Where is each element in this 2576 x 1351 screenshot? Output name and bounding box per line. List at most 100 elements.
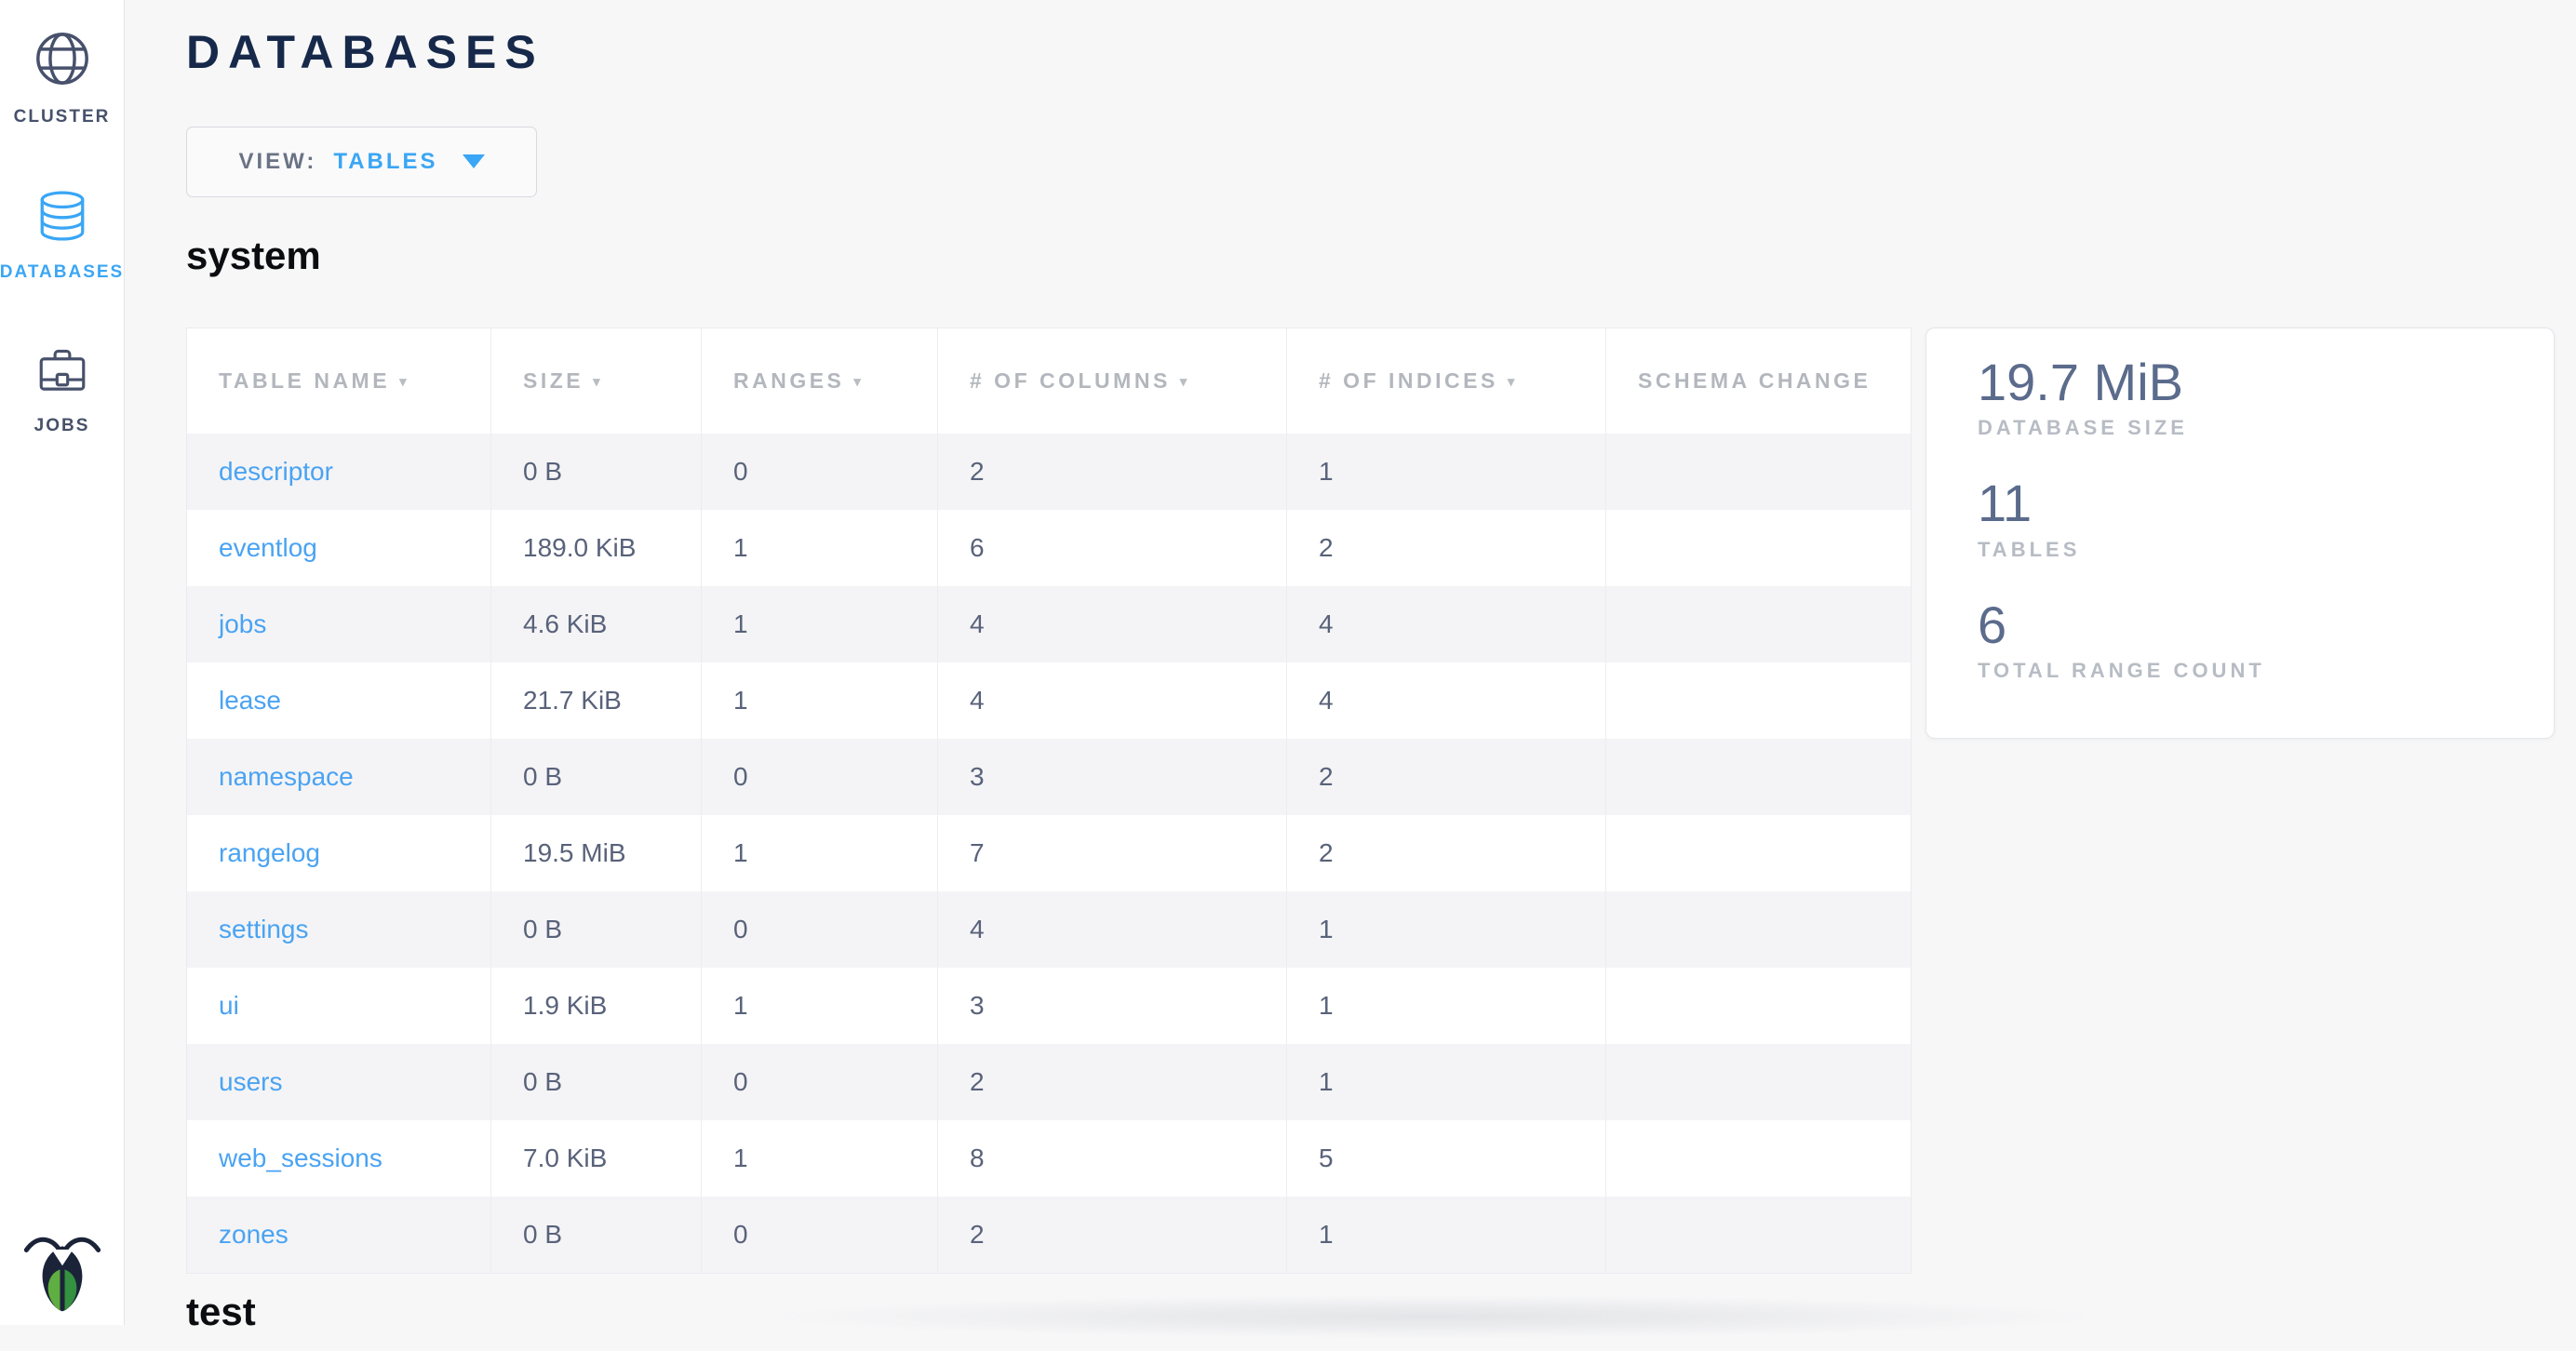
cell-schema-change [1606, 1197, 1912, 1273]
cell-ranges: 0 [702, 891, 938, 968]
cell-table-name: namespace [187, 739, 491, 815]
cell-columns: 3 [938, 968, 1287, 1044]
cockroach-bug-logo[interactable] [23, 1231, 101, 1318]
cell-size: 0 B [491, 891, 702, 968]
cell-size: 0 B [491, 434, 702, 510]
cell-ranges: 1 [702, 968, 938, 1044]
sort-caret-icon: ▾ [593, 374, 603, 390]
cell-ranges: 0 [702, 739, 938, 815]
stat-database-size: 19.7 MiB DATABASE SIZE [1978, 353, 2535, 440]
system-tables-grid: TABLE NAME▾SIZE▾RANGES▾# OF COLUMNS▾# OF… [186, 328, 1912, 1274]
column-header-label: # OF COLUMNS [970, 368, 1171, 393]
cell-indices: 4 [1287, 662, 1606, 739]
cell-table-name: users [187, 1044, 491, 1120]
cell-indices: 1 [1287, 434, 1606, 510]
cell-indices: 2 [1287, 815, 1606, 891]
cell-table-name: jobs [187, 586, 491, 662]
cell-table-name: lease [187, 662, 491, 739]
cell-indices: 2 [1287, 510, 1606, 586]
table-name-link[interactable]: namespace [219, 762, 354, 791]
globe-icon [34, 30, 91, 92]
cell-columns: 6 [938, 510, 1287, 586]
table-row-users: users0 B021 [187, 1044, 1912, 1120]
cell-size: 189.0 KiB [491, 510, 702, 586]
cell-indices: 5 [1287, 1120, 1606, 1197]
sidebar-item-jobs[interactable]: JOBS [0, 344, 124, 436]
table-header: TABLE NAME▾SIZE▾RANGES▾# OF COLUMNS▾# OF… [187, 328, 1912, 434]
view-selector-dropdown[interactable]: VIEW: TABLES [186, 127, 537, 197]
cell-ranges: 1 [702, 1120, 938, 1197]
cell-columns: 4 [938, 662, 1287, 739]
sidebar-item-label: CLUSTER [14, 107, 111, 127]
table-body: descriptor0 B021eventlog189.0 KiB162jobs… [187, 434, 1912, 1273]
cell-table-name: settings [187, 891, 491, 968]
column-header-of-indices[interactable]: # OF INDICES▾ [1287, 328, 1606, 434]
database-icon [35, 189, 89, 247]
cell-table-name: web_sessions [187, 1120, 491, 1197]
cell-size: 0 B [491, 1197, 702, 1273]
table-name-link[interactable]: jobs [219, 609, 266, 638]
cell-size: 19.5 MiB [491, 815, 702, 891]
table-name-link[interactable]: settings [219, 915, 309, 943]
table-name-link[interactable]: lease [219, 686, 281, 715]
cell-schema-change [1606, 815, 1912, 891]
table-name-link[interactable]: descriptor [219, 457, 333, 486]
column-header-size[interactable]: SIZE ▾ [491, 328, 702, 434]
cell-schema-change [1606, 662, 1912, 739]
cell-size: 1.9 KiB [491, 968, 702, 1044]
column-header-label: TABLE NAME [219, 368, 390, 393]
table-name-link[interactable]: eventlog [219, 533, 317, 562]
page-title: DATABASES [186, 26, 2576, 80]
table-name-link[interactable]: zones [219, 1220, 288, 1249]
cell-schema-change [1606, 1044, 1912, 1120]
briefcase-icon [36, 344, 88, 401]
cell-ranges: 0 [702, 1197, 938, 1273]
cell-indices: 1 [1287, 1044, 1606, 1120]
stat-value: 19.7 MiB [1978, 353, 2535, 412]
cell-columns: 4 [938, 891, 1287, 968]
sidebar-item-cluster[interactable]: CLUSTER [0, 30, 124, 127]
cell-columns: 4 [938, 586, 1287, 662]
table-row-namespace: namespace0 B032 [187, 739, 1912, 815]
table-name-link[interactable]: ui [219, 991, 239, 1020]
cell-schema-change [1606, 968, 1912, 1044]
sidebar-item-databases[interactable]: DATABASES [0, 189, 124, 283]
cell-ranges: 1 [702, 510, 938, 586]
column-header-table-name[interactable]: TABLE NAME▾ [187, 328, 491, 434]
database-section-heading-system: system [186, 233, 2576, 279]
cell-table-name: eventlog [187, 510, 491, 586]
stat-value: 6 [1978, 595, 2535, 655]
column-header-of-columns[interactable]: # OF COLUMNS▾ [938, 328, 1287, 434]
main-content: DATABASES VIEW: TABLES system TABLE NAME… [125, 26, 2576, 1335]
cell-schema-change [1606, 510, 1912, 586]
cell-schema-change [1606, 891, 1912, 968]
table-row-ui: ui1.9 KiB131 [187, 968, 1912, 1044]
view-selector-label: VIEW: [238, 149, 316, 175]
cell-ranges: 1 [702, 586, 938, 662]
stat-range-count: 6 TOTAL RANGE COUNT [1978, 595, 2535, 683]
table-row-lease: lease21.7 KiB144 [187, 662, 1912, 739]
sort-caret-icon: ▾ [1508, 374, 1518, 390]
table-row-zones: zones0 B021 [187, 1197, 1912, 1273]
cell-columns: 7 [938, 815, 1287, 891]
column-header-ranges[interactable]: RANGES▾ [702, 328, 938, 434]
table-name-link[interactable]: rangelog [219, 838, 320, 867]
view-selector-value: TABLES [333, 149, 437, 175]
column-header-schema-change: SCHEMA CHANGE [1606, 328, 1912, 434]
cell-size: 4.6 KiB [491, 586, 702, 662]
cell-ranges: 1 [702, 662, 938, 739]
cell-table-name: rangelog [187, 815, 491, 891]
table-name-link[interactable]: web_sessions [219, 1144, 382, 1172]
cell-ranges: 0 [702, 1044, 938, 1120]
cell-table-name: ui [187, 968, 491, 1044]
cell-indices: 1 [1287, 891, 1606, 968]
table-name-link[interactable]: users [219, 1067, 282, 1096]
system-section-body: TABLE NAME▾SIZE▾RANGES▾# OF COLUMNS▾# OF… [186, 328, 2576, 1274]
column-header-label: SCHEMA CHANGE [1638, 368, 1871, 393]
cell-indices: 4 [1287, 586, 1606, 662]
database-section-heading-test: test [186, 1289, 2576, 1335]
column-header-label: SIZE [523, 368, 584, 393]
cell-schema-change [1606, 1120, 1912, 1197]
sidebar: CLUSTER DATABASES JOBS [0, 0, 125, 1325]
stat-table-count: 11 TABLES [1978, 474, 2535, 561]
